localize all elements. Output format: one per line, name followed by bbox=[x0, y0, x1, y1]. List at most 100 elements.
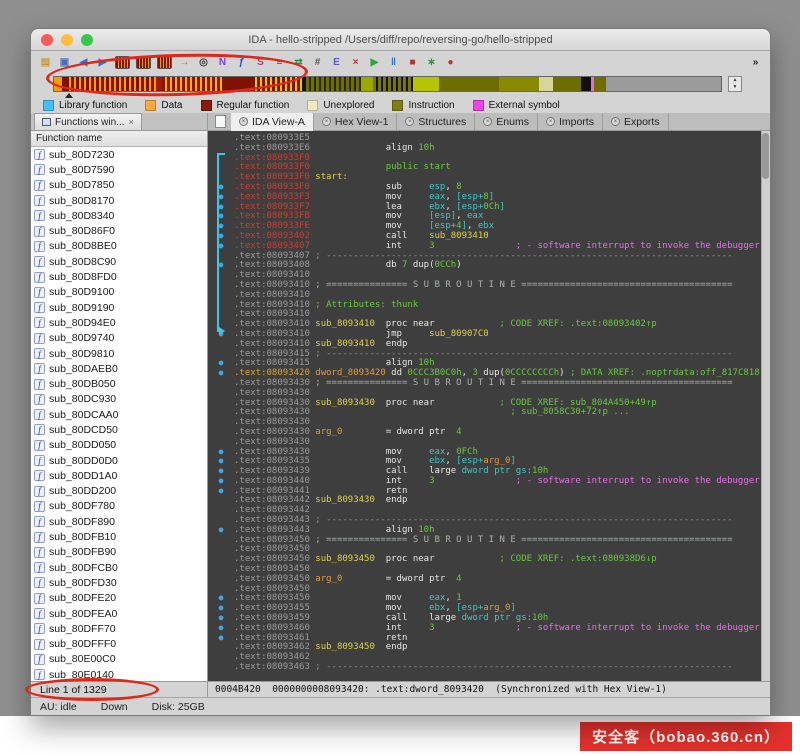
function-item[interactable]: fsub_80D7590 bbox=[31, 162, 207, 177]
disasm-line[interactable]: ●.text:08093420 dword_8093420 dd 0CCC3B0… bbox=[208, 368, 770, 378]
disasm-line[interactable]: .text:08093430 ; =============== S U B R… bbox=[208, 378, 770, 388]
disasm-line[interactable]: ●.text:08093441 retn bbox=[208, 486, 770, 496]
function-item[interactable]: fsub_80DD1A0 bbox=[31, 468, 207, 483]
disasm-line[interactable]: .text:08093450 bbox=[208, 544, 770, 554]
function-item[interactable]: fsub_80D8BE0 bbox=[31, 239, 207, 254]
function-item[interactable]: fsub_80DF780 bbox=[31, 499, 207, 514]
disasm-line[interactable]: .text:08093407 ; -----------------------… bbox=[208, 251, 770, 261]
strings-window-icon[interactable]: S bbox=[252, 54, 269, 70]
disasm-line[interactable]: ●.text:08093430 mov eax, 0FCh bbox=[208, 447, 770, 457]
function-item[interactable]: fsub_80D9100 bbox=[31, 285, 207, 300]
navband-segment[interactable] bbox=[66, 77, 156, 91]
disasm-scrollbar[interactable] bbox=[761, 131, 770, 681]
structures-icon[interactable]: # bbox=[309, 54, 326, 70]
debugger-options-icon[interactable]: ∗ bbox=[423, 54, 440, 70]
disasm-line[interactable]: .text:08093410 ; =============== S U B R… bbox=[208, 280, 770, 290]
xrefs-icon[interactable]: ⇄ bbox=[290, 54, 307, 70]
stop-process-icon[interactable]: ■ bbox=[404, 54, 421, 70]
disasm-line[interactable]: ●.text:080933F7 lea ebx, [esp+0Ch] bbox=[208, 202, 770, 212]
disasm-line[interactable]: ●.text:08093407 int 3 ; - software inter… bbox=[208, 241, 770, 251]
disasm-line[interactable]: .text:08093430 bbox=[208, 388, 770, 398]
disasm-line[interactable]: .text:080933F0 public start bbox=[208, 162, 770, 172]
tab-close-icon[interactable]: × bbox=[611, 117, 620, 126]
function-item[interactable]: fsub_80D86F0 bbox=[31, 223, 207, 238]
function-list-header[interactable]: Function name bbox=[31, 131, 207, 147]
tab-close-icon[interactable]: × bbox=[239, 117, 248, 126]
enums-icon[interactable]: E bbox=[328, 54, 345, 70]
disasm-line[interactable]: ●.text:08093450 mov eax, 1 bbox=[208, 593, 770, 603]
function-item[interactable]: fsub_80DFB90 bbox=[31, 545, 207, 560]
function-item[interactable]: fsub_80DFFF0 bbox=[31, 637, 207, 652]
function-item[interactable]: fsub_80DFF70 bbox=[31, 621, 207, 636]
navband-segment[interactable] bbox=[439, 77, 499, 91]
function-item[interactable]: fsub_80E0140 bbox=[31, 667, 207, 681]
disasm-line[interactable]: .text:08093430 arg_0 = dword ptr 4 bbox=[208, 427, 770, 437]
overflow-chevron-icon[interactable]: » bbox=[747, 54, 764, 70]
disasm-line[interactable]: ●.text:080933FB mov [esp], eax bbox=[208, 211, 770, 221]
navband-segment[interactable] bbox=[222, 77, 252, 91]
jump-address-icon[interactable]: → bbox=[176, 54, 193, 70]
disasm-line[interactable]: ●.text:08093408 db 7 dup(0CCh) bbox=[208, 260, 770, 270]
disasm-line[interactable]: ●.text:08093439 call large dword ptr gs:… bbox=[208, 466, 770, 476]
minimize-window-icon[interactable] bbox=[61, 34, 73, 46]
disasm-line[interactable]: .text:08093410 sub_8093410 proc near ; C… bbox=[208, 319, 770, 329]
names-window-icon[interactable]: N bbox=[214, 54, 231, 70]
disasm-line[interactable]: ●.text:08093460 int 3 ; - software inter… bbox=[208, 623, 770, 633]
function-item[interactable]: fsub_80D9740 bbox=[31, 331, 207, 346]
disasm-line[interactable]: .text:08093450 bbox=[208, 564, 770, 574]
scrollbar-thumb[interactable] bbox=[762, 133, 769, 179]
navigate-back-icon[interactable]: ◀ bbox=[75, 54, 92, 70]
view-tab-enums[interactable]: ×Enums bbox=[475, 113, 538, 131]
search-icon[interactable]: ◎ bbox=[195, 54, 212, 70]
titlebar[interactable]: IDA - hello-stripped /Users/diff/repo/re… bbox=[31, 29, 770, 51]
disasm-line[interactable]: ●.text:08093443 align 10h bbox=[208, 525, 770, 535]
tab-functions-window[interactable]: Functions win... × bbox=[34, 113, 142, 130]
function-item[interactable]: fsub_80E00C0 bbox=[31, 652, 207, 667]
function-item[interactable]: fsub_80DD200 bbox=[31, 484, 207, 499]
tab-close-icon[interactable]: × bbox=[322, 117, 331, 126]
tab-close-icon[interactable]: × bbox=[128, 117, 133, 127]
navband-reset-icon[interactable] bbox=[157, 56, 172, 69]
disasm-line[interactable]: .text:08093410 sub_8093410 endp bbox=[208, 339, 770, 349]
disasm-line[interactable]: .text:08093462 sub_8093450 endp bbox=[208, 642, 770, 652]
function-item[interactable]: fsub_80DFCB0 bbox=[31, 560, 207, 575]
navband-spinner-up-icon[interactable]: ▲ bbox=[733, 77, 738, 84]
view-tab-structures[interactable]: ×Structures bbox=[397, 113, 475, 131]
disasm-line[interactable]: .text:08093415 ; -----------------------… bbox=[208, 349, 770, 359]
navigate-forward-icon[interactable]: ▶ bbox=[94, 54, 111, 70]
navband-segment[interactable] bbox=[553, 77, 581, 91]
function-item[interactable]: fsub_80DF890 bbox=[31, 514, 207, 529]
navband-segment[interactable] bbox=[54, 77, 62, 91]
tab-close-icon[interactable]: × bbox=[546, 117, 555, 126]
view-tab-hex-view-1[interactable]: ×Hex View-1 bbox=[314, 113, 398, 131]
function-item[interactable]: fsub_80D9190 bbox=[31, 300, 207, 315]
disasm-line[interactable]: ●.text:080933F0 sub esp, 8 bbox=[208, 182, 770, 192]
disasm-line[interactable]: ●.text:08093461 retn bbox=[208, 633, 770, 643]
disasm-line[interactable]: .text:080933E5 bbox=[208, 133, 770, 143]
function-item[interactable]: fsub_80DC930 bbox=[31, 392, 207, 407]
function-item[interactable]: fsub_80DD050 bbox=[31, 438, 207, 453]
disasm-line[interactable]: .text:08093430 ; sub_8058C30+72↑p ... bbox=[208, 407, 770, 417]
tab-close-icon[interactable]: × bbox=[405, 117, 414, 126]
view-tab-exports[interactable]: ×Exports bbox=[603, 113, 669, 131]
navband-segment[interactable] bbox=[162, 77, 222, 91]
function-item[interactable]: fsub_80DD0D0 bbox=[31, 453, 207, 468]
navband-segment[interactable] bbox=[606, 77, 722, 91]
navband-spinner[interactable]: ▲ ▼ bbox=[728, 76, 742, 92]
disasm-line[interactable]: .text:080933F0 start: bbox=[208, 172, 770, 182]
disasm-line[interactable]: .text:08093430 bbox=[208, 417, 770, 427]
disasm-line[interactable]: ●.text:08093459 call large dword ptr gs:… bbox=[208, 613, 770, 623]
function-item[interactable]: fsub_80D7230 bbox=[31, 147, 207, 162]
disasm-line[interactable]: .text:08093410 bbox=[208, 309, 770, 319]
function-item[interactable]: fsub_80D8340 bbox=[31, 208, 207, 223]
disasm-line[interactable]: .text:08093450 arg_0 = dword ptr 4 bbox=[208, 574, 770, 584]
disasm-line[interactable]: .text:08093430 sub_8093430 proc near ; C… bbox=[208, 398, 770, 408]
function-item[interactable]: fsub_80D8FD0 bbox=[31, 269, 207, 284]
navband-segment[interactable] bbox=[413, 77, 439, 91]
disasm-line[interactable]: ●.text:08093435 mov ebx, [esp+arg_0] bbox=[208, 456, 770, 466]
tab-close-icon[interactable]: × bbox=[483, 117, 492, 126]
pause-process-icon[interactable]: ‖ bbox=[385, 54, 402, 70]
disasm-line[interactable]: .text:08093410 bbox=[208, 290, 770, 300]
navband-spinner-down-icon[interactable]: ▼ bbox=[733, 84, 738, 91]
function-item[interactable]: fsub_80DFB10 bbox=[31, 529, 207, 544]
